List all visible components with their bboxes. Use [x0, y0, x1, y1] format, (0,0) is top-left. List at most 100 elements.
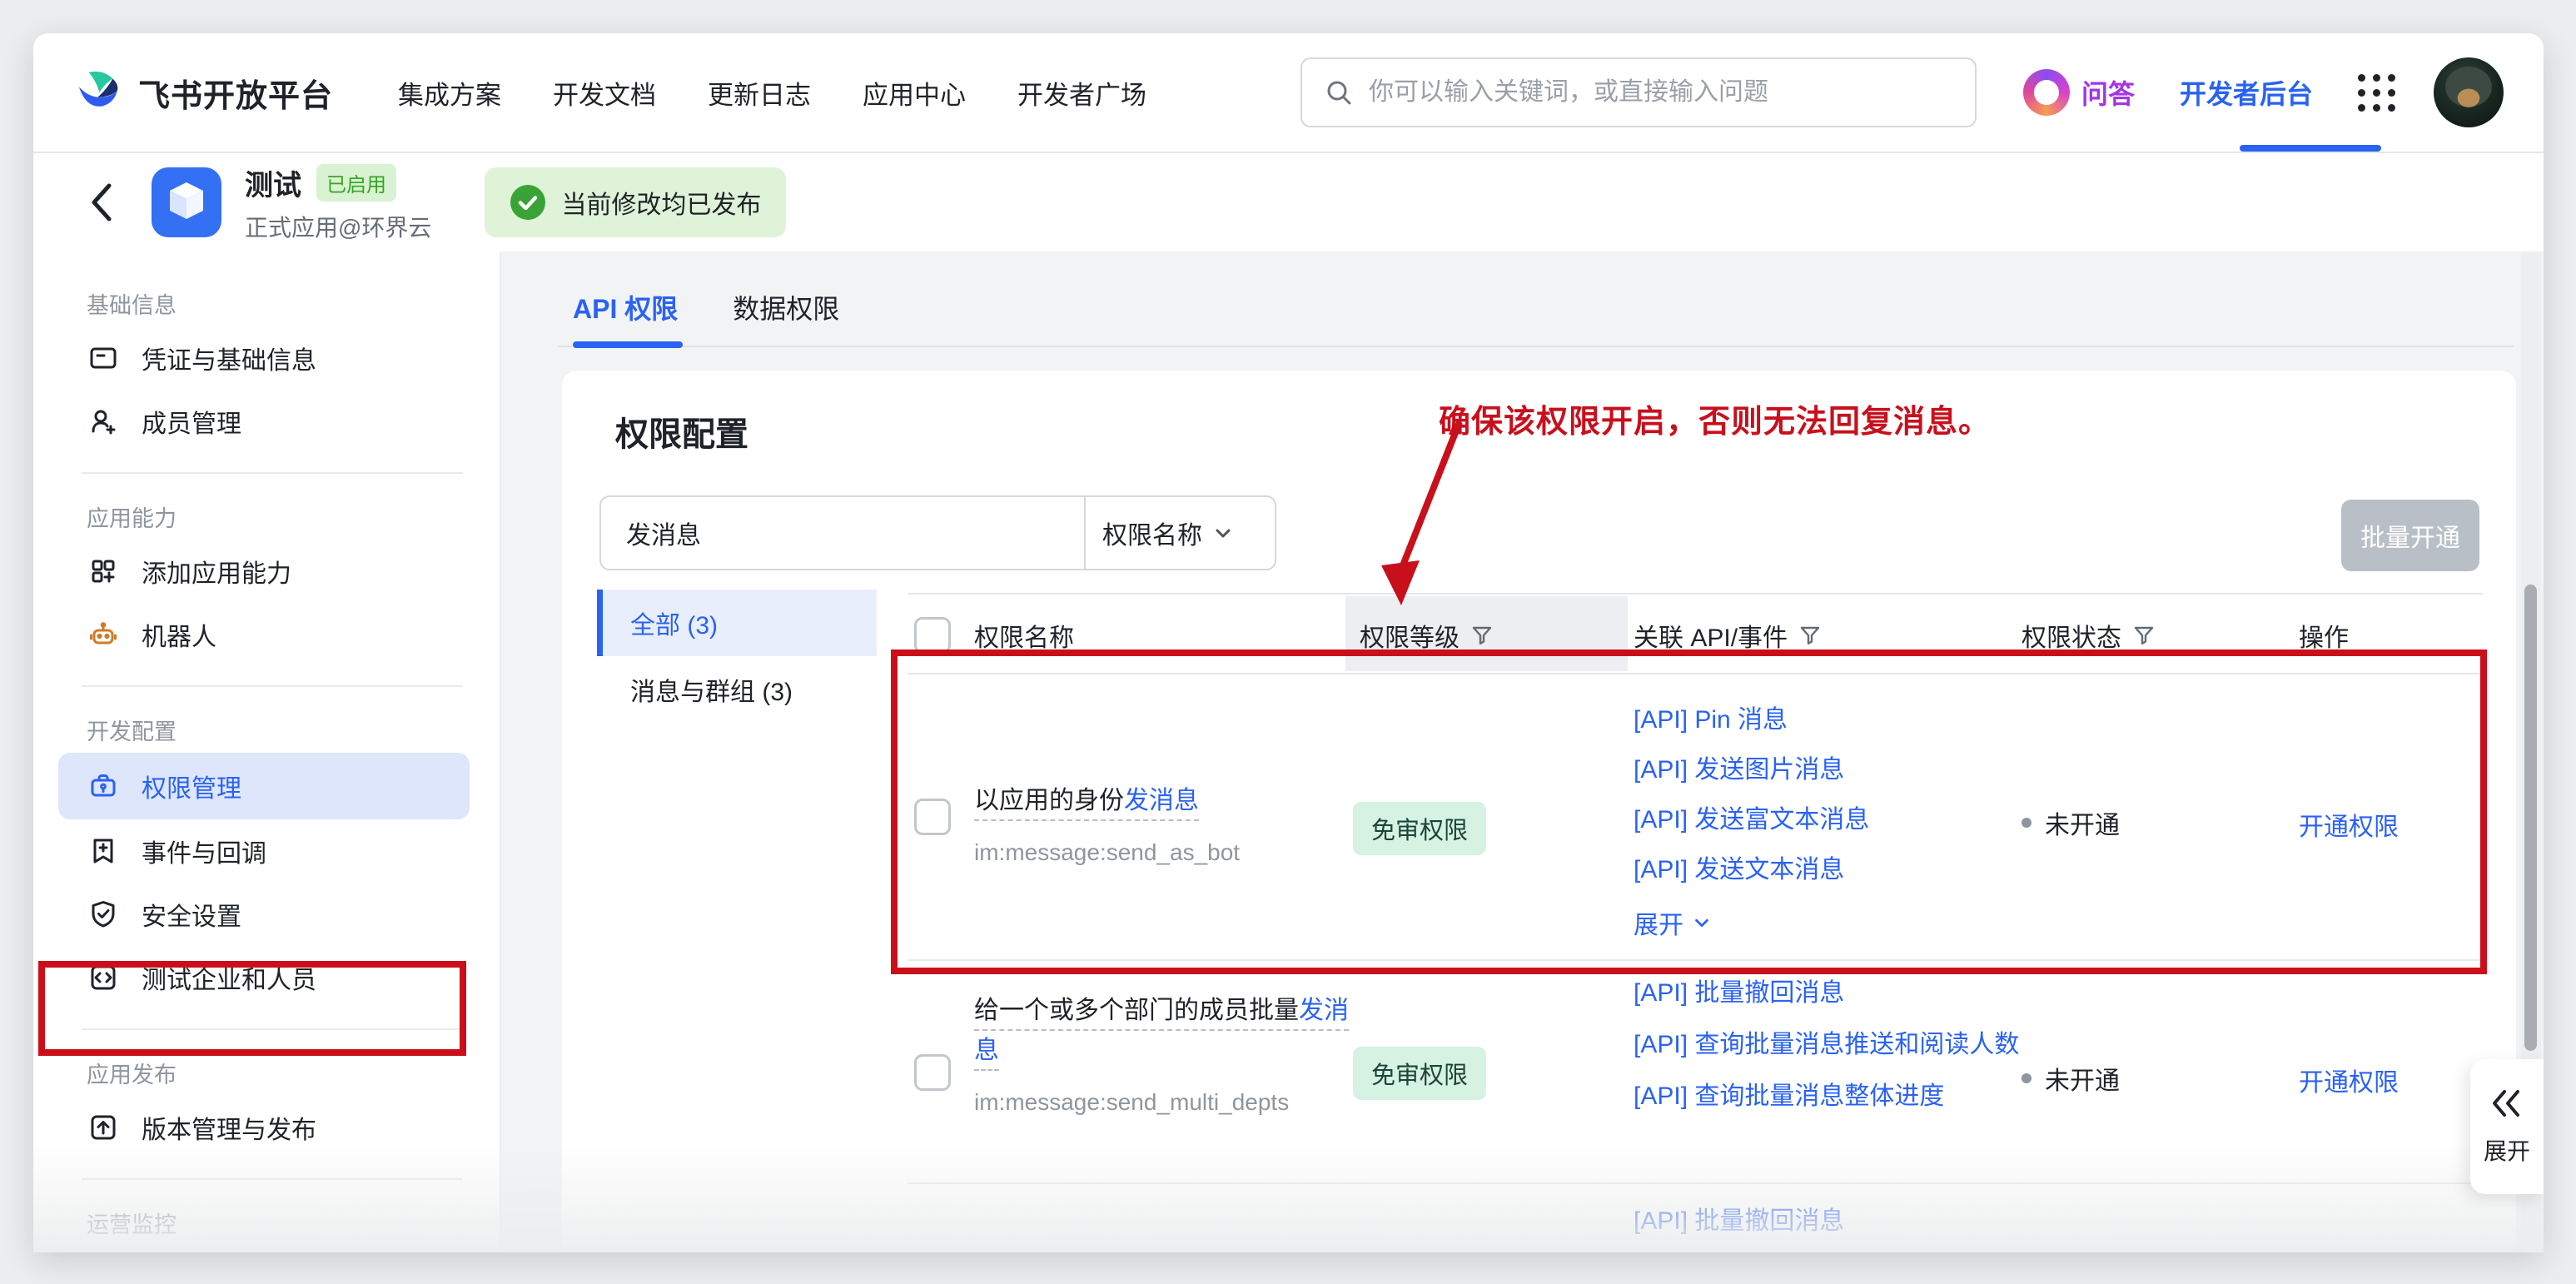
permission-search-input[interactable]: [601, 497, 1084, 569]
bookmark-plus-icon: [87, 834, 120, 868]
select-all-checkbox[interactable]: [914, 617, 951, 654]
sidebar-item-members[interactable]: 成员管理: [33, 390, 500, 453]
table-row-send-multi-depts: 给一个或多个部门的成员批量发消息 im:message:send_multi_d…: [908, 961, 2483, 1184]
dev-console-link[interactable]: 开发者后台: [2180, 73, 2313, 112]
sidebar-item-bot[interactable]: 机器人: [33, 603, 500, 666]
sidebar-item-credentials[interactable]: 凭证与基础信息: [33, 326, 500, 390]
permission-code: im:message:send_multi_depts: [974, 1089, 1349, 1116]
expand-panel-button[interactable]: 展开: [2470, 1059, 2544, 1194]
search-input[interactable]: [1369, 78, 1952, 107]
status-text: 未开通: [2045, 804, 2120, 841]
sidebar-item-label: 事件与回调: [142, 833, 266, 869]
api-link[interactable]: [API] 发送富文本消息: [1634, 801, 2029, 839]
sidebar-item-label: 权限管理: [142, 768, 241, 804]
global-search-box[interactable]: [1300, 57, 1977, 127]
sidebar-item-label: 测试企业和人员: [142, 959, 316, 996]
status-cell: 未开通: [2022, 804, 2120, 841]
filter-funnel-icon[interactable]: [1470, 623, 1494, 648]
row-checkbox[interactable]: [914, 799, 951, 835]
briefcase-lock-icon: [87, 769, 120, 803]
api-link[interactable]: [API] 批量撤回消息: [1634, 1202, 2029, 1241]
api-links: [API] 批量撤回消息 [API] 查询批量消息推送和阅读人数 [API] 查…: [1634, 974, 2029, 1116]
status-text: 未开通: [2045, 1060, 2120, 1097]
scrollbar-thumb[interactable]: [2524, 585, 2537, 1051]
sidebar-item-label: 成员管理: [142, 403, 241, 440]
sidebar: 基础信息 凭证与基础信息 成员管理 应用能力 添加应用能力 机器人: [33, 251, 501, 1252]
filter-field-label: 权限名称: [1102, 515, 1202, 551]
enable-permission-link[interactable]: 开通权限: [2299, 1062, 2399, 1098]
permission-search-group: 权限名称: [599, 495, 1276, 570]
nav-link-dev-plaza[interactable]: 开发者广场: [1017, 74, 1146, 112]
user-avatar[interactable]: [2434, 57, 2504, 127]
app-status-badge: 已启用: [316, 164, 396, 202]
sidebar-divider: [33, 1009, 500, 1049]
header-permission-name: 权限名称: [974, 595, 1074, 676]
filter-funnel-icon[interactable]: [1798, 623, 1823, 648]
enable-permission-link[interactable]: 开通权限: [2299, 806, 2399, 843]
row-checkbox[interactable]: [914, 1054, 951, 1091]
apps-grid-icon[interactable]: [2358, 74, 2395, 112]
api-links: [API] 批量撤回消息 [API] 查询批量消息推送和阅读: [1634, 1202, 2029, 1252]
app-window: 飞书开放平台 集成方案 开发文档 更新日志 应用中心 开发者广场 问答 开发者后…: [33, 33, 2544, 1252]
sidebar-item-events[interactable]: 事件与回调: [33, 819, 500, 883]
filter-field-select[interactable]: 权限名称: [1084, 497, 1251, 569]
sidebar-item-label: 添加应用能力: [142, 553, 291, 590]
app-name: 测试: [245, 162, 301, 203]
api-link[interactable]: [API] 查询批量消息推送和阅读人数: [1634, 1026, 2029, 1064]
category-message-group[interactable]: 消息与群组 (3): [597, 656, 877, 723]
sidebar-section-dev-config: 开发配置: [33, 706, 500, 753]
chevron-down-icon: [1692, 913, 1712, 933]
permissions-table: 权限名称 权限等级 关联 API/事件 权限状态 操作: [908, 593, 2483, 1252]
sidebar-section-capabilities: 应用能力: [33, 493, 500, 540]
nav-link-changelog[interactable]: 更新日志: [708, 74, 811, 112]
sidebar-item-add-capability[interactable]: 添加应用能力: [33, 540, 500, 603]
shield-check-icon: [87, 898, 120, 931]
brand[interactable]: 飞书开放平台: [73, 67, 333, 118]
expand-apis-link[interactable]: 展开: [1634, 904, 1712, 941]
api-link[interactable]: [API] 发送文本消息: [1634, 851, 2029, 889]
api-link[interactable]: [API] Pin 消息: [1634, 701, 2029, 739]
api-link[interactable]: [API] 查询批量消息整体进度: [1634, 1077, 2029, 1116]
back-button[interactable]: [83, 177, 120, 227]
red-annotation-text: 确保该权限开启，否则无法回复消息。: [1439, 396, 1991, 441]
sidebar-item-test-enterprise[interactable]: 测试企业和人员: [33, 946, 500, 1009]
nav-link-app-center[interactable]: 应用中心: [863, 74, 966, 112]
sidebar-item-permissions[interactable]: 权限管理: [58, 753, 470, 819]
header-action: 操作: [2299, 595, 2349, 676]
check-circle-icon: [510, 184, 546, 221]
tabs-divider: [558, 346, 2514, 347]
grid-plus-icon: [87, 555, 120, 588]
upload-box-icon: [87, 1111, 120, 1144]
id-card-icon: [87, 341, 120, 375]
permission-code: im:message:send_as_bot: [974, 839, 1349, 866]
tab-data-permissions[interactable]: 数据权限: [733, 288, 839, 353]
nav-link-solutions[interactable]: 集成方案: [398, 74, 501, 112]
active-tab-indicator: [573, 341, 683, 348]
app-title-block: 测试 已启用 正式应用@环界云: [245, 162, 431, 243]
feishu-logo-icon: [73, 67, 125, 118]
category-all[interactable]: 全部 (3): [597, 590, 877, 656]
brand-name: 飞书开放平台: [138, 70, 333, 116]
table-row-send-as-bot: 以应用的身份发消息 im:message:send_as_bot 免审权限 [A…: [908, 674, 2483, 961]
qa-link[interactable]: 问答: [2081, 73, 2135, 112]
api-link[interactable]: [API] 发送图片消息: [1634, 751, 2029, 789]
bulk-enable-button[interactable]: 批量开通: [2341, 500, 2479, 571]
sidebar-section-monitoring: 运营监控: [33, 1199, 500, 1246]
main-content: API 权限 数据权限 权限配置 权限名称 批量开通 确保该权限开启，否则无法回…: [501, 251, 2544, 1252]
sidebar-divider: [33, 1159, 500, 1199]
nav-links: 集成方案 开发文档 更新日志 应用中心 开发者广场: [398, 74, 1146, 112]
permission-name[interactable]: 以应用的身份发消息: [974, 787, 1199, 821]
qa-gradient-icon[interactable]: [2023, 69, 2070, 116]
api-link[interactable]: [API] 批量撤回消息: [1634, 974, 2029, 1013]
table-row-send-multi-users: 给多个用户批量发消息 [API] 批量撤回消息 [API] 查询批量消息推送和阅…: [908, 1184, 2483, 1252]
sidebar-item-security[interactable]: 安全设置: [33, 883, 500, 946]
permission-name[interactable]: 给一个或多个部门的成员批量发消息: [974, 997, 1349, 1071]
sidebar-item-label: 机器人: [142, 616, 216, 653]
active-nav-indicator: [2240, 145, 2381, 152]
sidebar-item-version-release[interactable]: 版本管理与发布: [33, 1096, 500, 1159]
nav-link-docs[interactable]: 开发文档: [553, 74, 656, 112]
header-permission-level: 权限等级: [1360, 617, 1460, 654]
sidebar-divider: [33, 453, 500, 493]
level-tag: 免审权限: [1353, 802, 1486, 855]
filter-funnel-icon[interactable]: [2131, 623, 2156, 648]
